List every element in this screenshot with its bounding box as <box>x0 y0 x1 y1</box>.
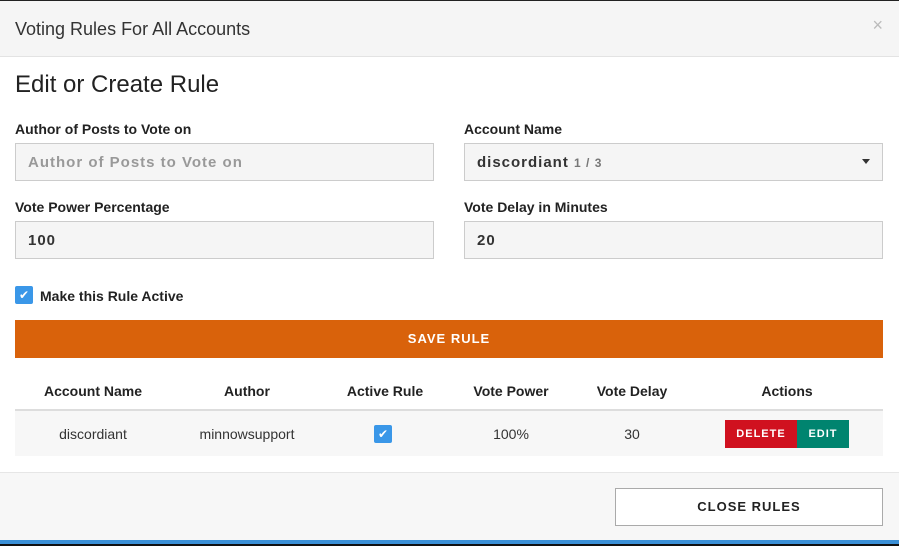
modal-header: Voting Rules For All Accounts × <box>0 0 899 57</box>
row-active-checkbox[interactable]: ✔ <box>374 425 392 443</box>
cell-author: minnowsupport <box>199 426 295 442</box>
cell-account: discordiant <box>59 426 127 442</box>
caret-down-icon <box>862 159 870 164</box>
account-count: 1 / 3 <box>574 156 603 170</box>
active-label: Make this Rule Active <box>40 288 184 304</box>
delay-input[interactable]: 20 <box>464 221 883 259</box>
header-author: Author <box>224 383 270 399</box>
active-checkbox[interactable]: ✔ <box>15 286 33 304</box>
edit-button[interactable]: EDIT <box>797 420 849 448</box>
bottom-bar <box>0 540 899 546</box>
header-active: Active Rule <box>346 383 424 399</box>
delete-button[interactable]: DELETE <box>725 420 797 448</box>
close-icon[interactable]: × <box>872 15 883 36</box>
header-power: Vote Power <box>473 383 549 399</box>
header-delay: Vote Delay <box>596 383 668 399</box>
close-rules-button[interactable]: CLOSE RULES <box>615 488 883 526</box>
account-label: Account Name <box>464 121 563 137</box>
account-select[interactable]: discordiant 1 / 3 <box>464 143 883 181</box>
delay-label: Vote Delay in Minutes <box>464 199 608 215</box>
power-label: Vote Power Percentage <box>15 199 170 215</box>
cell-power: 100% <box>493 426 529 442</box>
check-icon: ✔ <box>377 427 389 441</box>
author-input[interactable]: Author of Posts to Vote on <box>15 143 434 181</box>
modal-title: Voting Rules For All Accounts <box>15 19 251 39</box>
header-account: Account Name <box>43 383 143 399</box>
header-actions: Actions <box>761 383 813 399</box>
cell-delay: 30 <box>624 426 640 442</box>
form-heading: Edit or Create Rule <box>15 71 220 98</box>
author-label: Author of Posts to Vote on <box>15 121 192 137</box>
save-rule-button[interactable]: SAVE RULE <box>15 320 883 358</box>
account-value: discordiant <box>477 154 569 171</box>
power-input[interactable]: 100 <box>15 221 434 259</box>
check-icon: ✔ <box>18 288 30 302</box>
